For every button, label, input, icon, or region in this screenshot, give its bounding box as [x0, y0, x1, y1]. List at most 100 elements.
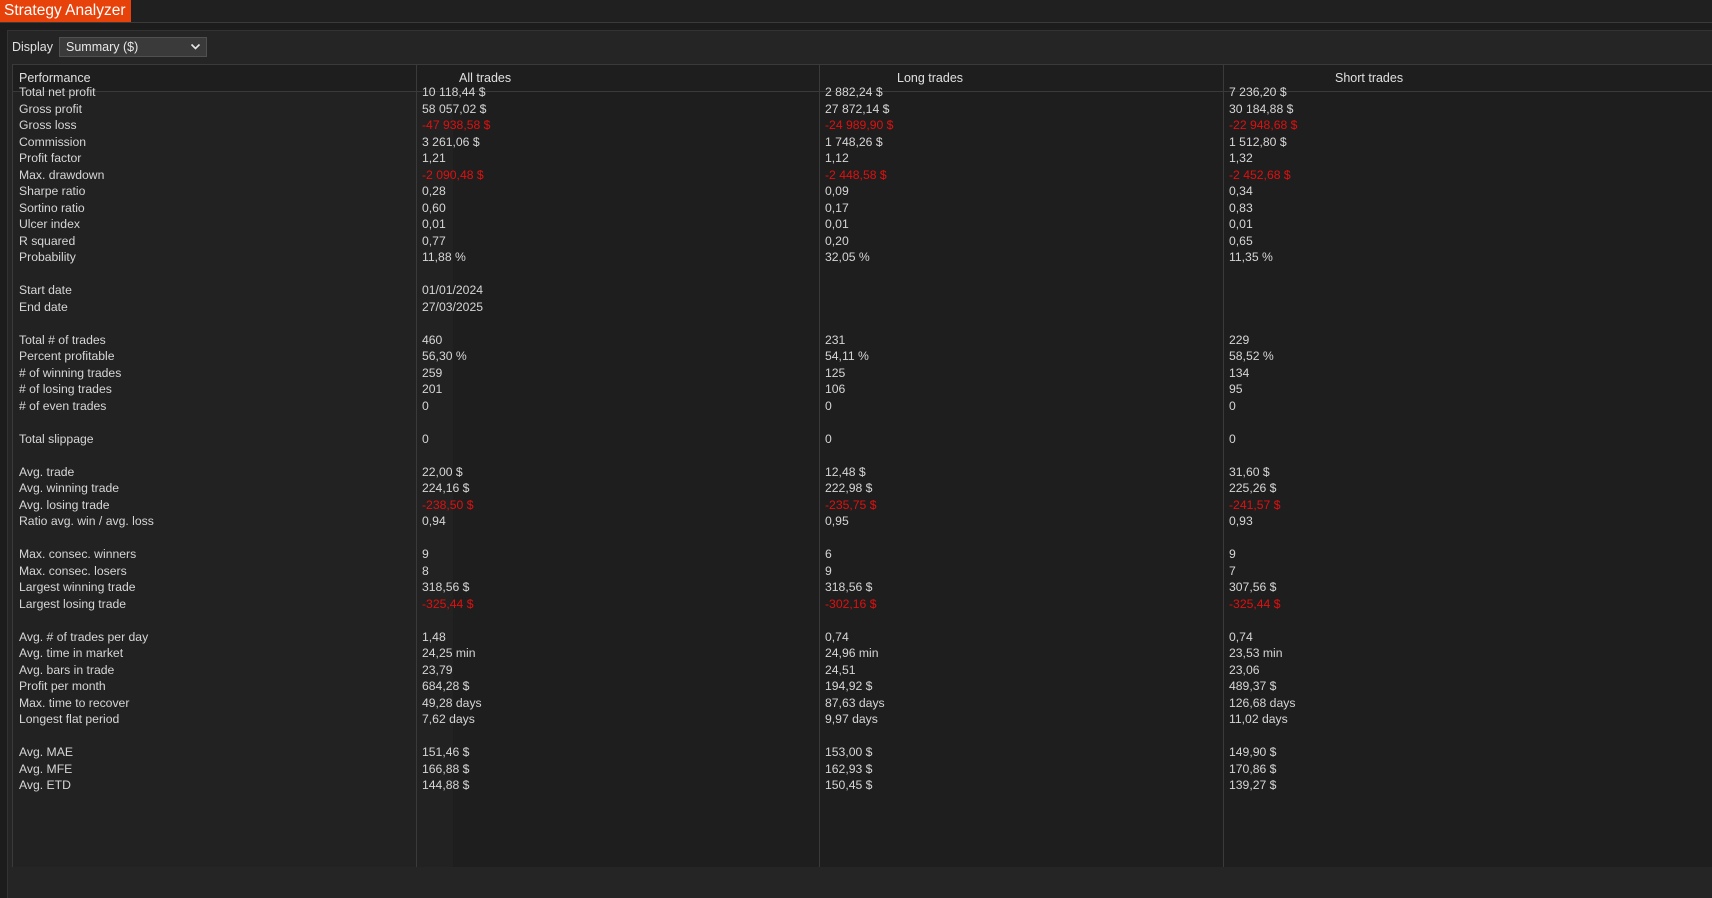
title-bar: Strategy Analyzer: [0, 0, 1712, 23]
metric-value: 6: [825, 547, 832, 561]
table-row[interactable]: Ulcer index 0,01 0,01 0,01: [13, 216, 1712, 233]
table-row[interactable]: Total # of trades 460 231 229: [13, 332, 1712, 349]
metric-value: 30 184,88 $: [1229, 101, 1294, 116]
table-row[interactable]: Max. drawdown -2 090,48 $ -2 448,58 $ -2 45…: [13, 167, 1712, 184]
table-row[interactable]: Percent profitable 56,30 % 54,11 % 58,52 %: [13, 348, 1712, 365]
metric-value: 150,45 $: [825, 778, 873, 792]
metric-label: Avg. time in market: [19, 646, 124, 660]
metric-value: 0: [825, 431, 832, 446]
table-row[interactable]: Total slippage 0 0 0: [13, 431, 1712, 448]
table-row[interactable]: Avg. MAE 151,46 $ 153,00 $ 149,90 $: [13, 744, 1712, 761]
metric-value: 201: [422, 382, 443, 396]
metric-label: Avg. ETD: [19, 778, 71, 792]
table-row[interactable]: Avg. bars in trade 23,79 24,51 23,06: [13, 662, 1712, 679]
metric-value: [1223, 530, 1712, 547]
metric-value: 0,01: [422, 217, 446, 231]
table-row[interactable]: Gross loss -47 938,58 $ -24 989,90 $ -22 94…: [13, 117, 1712, 134]
metric-value: 222,98 $: [825, 481, 873, 495]
table-row[interactable]: Probability 11,88 % 32,05 % 11,35 %: [13, 249, 1712, 266]
table-row[interactable]: Profit per month 684,28 $ 194,92 $ 489,37 $: [13, 678, 1712, 695]
table-row[interactable]: [13, 728, 1712, 745]
table-row[interactable]: Max. consec. losers 8 9 7: [13, 563, 1712, 580]
metric-value: 27 872,14 $: [825, 101, 890, 116]
table-row[interactable]: [13, 612, 1712, 629]
table-row[interactable]: Sortino ratio 0,60 0,17 0,83: [13, 200, 1712, 217]
metric-value: 225,26 $: [1229, 481, 1277, 495]
metric-value: 24,25 min: [422, 646, 476, 660]
metric-value: 162,93 $: [825, 761, 873, 776]
metric-value: -325,44 $: [1229, 596, 1281, 611]
metric-value: 2 882,24 $: [825, 85, 883, 99]
metric-value: 3 261,06 $: [422, 134, 480, 149]
metric-value: 10 118,44 $: [422, 85, 486, 99]
metric-value: -2 452,68 $: [1229, 167, 1291, 182]
table-row[interactable]: [13, 414, 1712, 431]
table-row[interactable]: Total net profit 10 118,44 $ 2 882,24 $ 7 2…: [13, 84, 1712, 101]
window-title-tab[interactable]: Strategy Analyzer: [0, 0, 132, 22]
metric-value: 166,88 $: [422, 761, 470, 776]
metric-value: 24,96 min: [825, 646, 879, 660]
table-row[interactable]: # of winning trades 259 125 134: [13, 365, 1712, 382]
table-row[interactable]: Largest winning trade 318,56 $ 318,56 $ 307…: [13, 579, 1712, 596]
metric-value: 12,48 $: [825, 464, 866, 479]
metric-label: Ratio avg. win / avg. loss: [19, 514, 154, 528]
table-row[interactable]: # of even trades 0 0 0: [13, 398, 1712, 415]
metric-value: 95: [1229, 382, 1243, 396]
metric-value: 58 057,02 $: [422, 101, 487, 116]
chevron-down-icon: [190, 43, 201, 50]
table-row[interactable]: R squared 0,77 0,20 0,65: [13, 233, 1712, 250]
table-row[interactable]: Largest losing trade -325,44 $ -302,16 $ -3…: [13, 596, 1712, 613]
table-row[interactable]: Avg. time in market 24,25 min 24,96 min 23,…: [13, 645, 1712, 662]
table-row[interactable]: Longest flat period 7,62 days 9,97 days 11,…: [13, 711, 1712, 728]
table-row[interactable]: Gross profit 58 057,02 $ 27 872,14 $ 30 184…: [13, 101, 1712, 118]
table-row[interactable]: Sharpe ratio 0,28 0,09 0,34: [13, 183, 1712, 200]
metric-label: Start date: [19, 283, 72, 297]
metric-value: 0,93: [1229, 514, 1253, 528]
metric-value: 27/03/2025: [422, 299, 483, 314]
metric-value: 153,00 $: [825, 745, 873, 759]
metric-value: [1223, 282, 1712, 299]
metric-label: Max. drawdown: [19, 167, 105, 182]
table-row[interactable]: Avg. losing trade -238,50 $ -235,75 $ -241,…: [13, 497, 1712, 514]
table-row[interactable]: Max. consec. winners 9 6 9: [13, 546, 1712, 563]
metric-value: 0,17: [825, 200, 849, 215]
metric-value: [819, 315, 1223, 332]
metric-value: 23,06: [1229, 662, 1260, 677]
table-row[interactable]: Avg. ETD 144,88 $ 150,45 $ 139,27 $: [13, 777, 1712, 794]
metric-label: Gross profit: [19, 101, 82, 116]
table-row[interactable]: Avg. trade 22,00 $ 12,48 $ 31,60 $: [13, 464, 1712, 481]
display-label: Display: [12, 40, 53, 54]
metric-label: Largest losing trade: [19, 596, 127, 611]
metric-value: 194,92 $: [825, 679, 873, 693]
metric-label: Probability: [19, 250, 76, 264]
metric-value: [1223, 266, 1712, 283]
table-row[interactable]: End date 27/03/2025: [13, 299, 1712, 316]
table-row[interactable]: Ratio avg. win / avg. loss 0,94 0,95 0,93: [13, 513, 1712, 530]
table-row[interactable]: Avg. winning trade 224,16 $ 222,98 $ 225,26…: [13, 480, 1712, 497]
display-dropdown[interactable]: Summary ($): [59, 37, 207, 57]
metric-value: -302,16 $: [825, 596, 877, 611]
table-row[interactable]: Profit factor 1,21 1,12 1,32: [13, 150, 1712, 167]
table-row[interactable]: [13, 266, 1712, 283]
table-row[interactable]: # of losing trades 201 106 95: [13, 381, 1712, 398]
metric-label: [13, 414, 416, 431]
table-row[interactable]: Avg. # of trades per day 1,48 0,74 0,74: [13, 629, 1712, 646]
table-row[interactable]: [13, 447, 1712, 464]
metric-value: 0,09: [825, 184, 849, 198]
metric-value: 7,62 days: [422, 712, 475, 726]
table-row[interactable]: Max. time to recover 49,28 days 87,63 days…: [13, 695, 1712, 712]
metric-value: 0,28: [422, 184, 446, 198]
table-row[interactable]: Avg. MFE 166,88 $ 162,93 $ 170,86 $: [13, 761, 1712, 778]
metric-value: -22 948,68 $: [1229, 118, 1298, 132]
table-row[interactable]: [13, 315, 1712, 332]
metric-value: 106: [825, 382, 846, 396]
metric-label: Avg. winning trade: [19, 481, 120, 495]
table-row[interactable]: [13, 530, 1712, 547]
metric-label: Sortino ratio: [19, 200, 85, 215]
metric-label: [13, 447, 416, 464]
metric-label: Total slippage: [19, 431, 94, 446]
table-row[interactable]: Start date 01/01/2024: [13, 282, 1712, 299]
metric-label: Commission: [19, 134, 87, 149]
table-row[interactable]: Commission 3 261,06 $ 1 748,26 $ 1 512,80 $: [13, 134, 1712, 151]
metric-label: Max. consec. winners: [19, 547, 137, 561]
